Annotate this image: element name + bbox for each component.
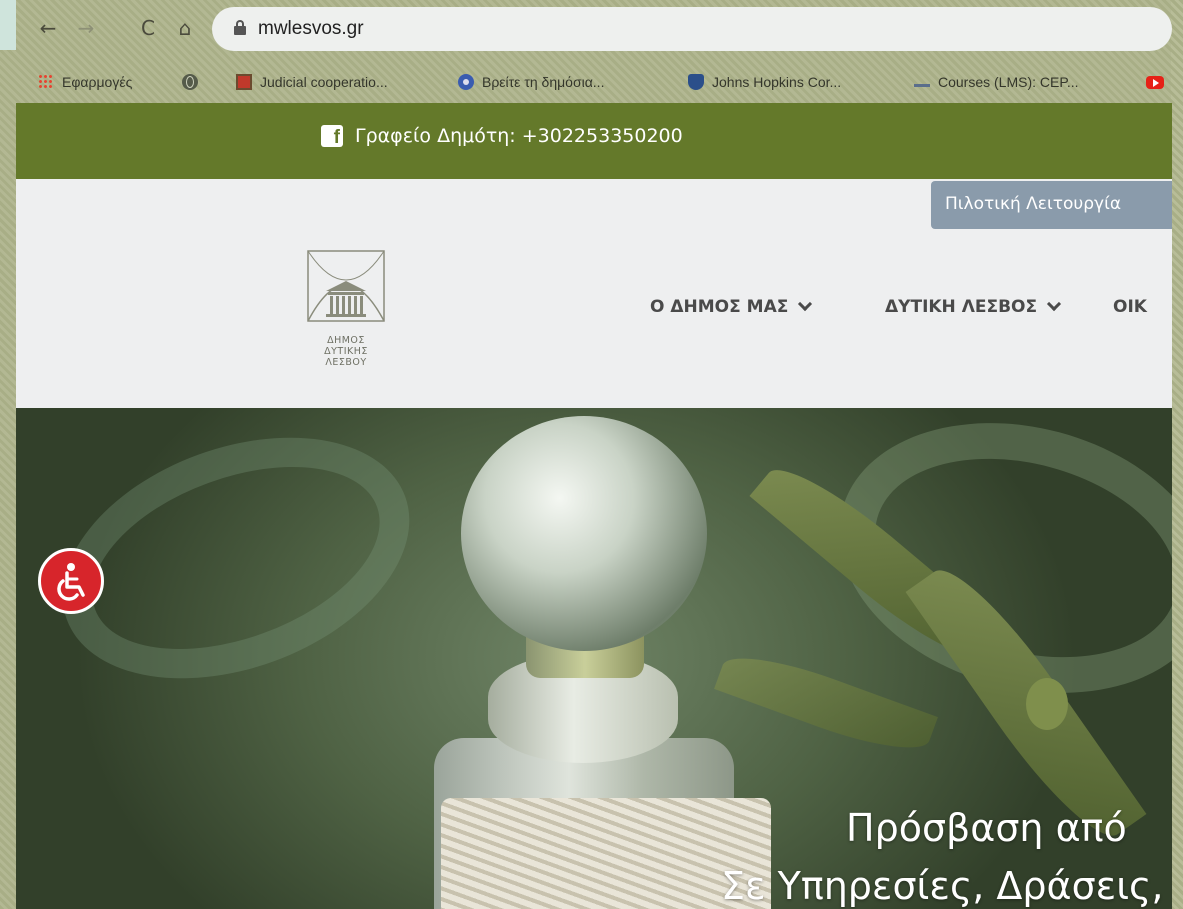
hero-banner: Πρόσβαση από Σε Υπηρεσίες, Δράσεις, xyxy=(16,408,1172,909)
bookmark-judicial[interactable]: Judicial cooperatio... xyxy=(236,70,388,94)
apps-icon xyxy=(38,74,54,90)
logo-line: ΔΥΤΙΚΗΣ xyxy=(324,346,368,357)
globe-icon xyxy=(182,74,198,90)
reload-icon[interactable]: C xyxy=(136,16,160,40)
citizen-office-phone[interactable]: Γραφείο Δημότη: +302253350200 xyxy=(355,125,683,147)
bookmark-jhu[interactable]: Johns Hopkins Cor... xyxy=(688,70,841,94)
menu-truncated[interactable]: ΟΙΚ xyxy=(1113,297,1147,317)
jhu-icon xyxy=(688,74,704,90)
bookmark-youtube[interactable] xyxy=(1146,70,1164,94)
glass-stopper xyxy=(461,416,707,651)
youtube-icon xyxy=(1146,75,1164,89)
olive-fruit xyxy=(1026,678,1068,730)
bookmarks-bar: Εφαρμογές Judicial cooperatio... Βρείτε … xyxy=(16,62,1171,102)
bookmark-label: Courses (LMS): CEP... xyxy=(938,74,1079,90)
bookmark-apps[interactable]: Εφαρμογές xyxy=(38,70,132,94)
address-bar[interactable]: mwlesvos.gr xyxy=(212,7,1172,51)
website: Γραφείο Δημότη: +302253350200 Πιλοτική Λ… xyxy=(16,103,1172,909)
logo-text: ΔΗΜΟΣ ΔΥΤΙΚΗΣ ΛΕΣΒΟΥ xyxy=(306,335,386,368)
olive-leaf xyxy=(714,641,938,765)
menu-our-municipality[interactable]: Ο ΔΗΜΟΣ ΜΑΣ xyxy=(650,296,813,317)
menu-label: Ο ΔΗΜΟΣ ΜΑΣ xyxy=(650,297,789,317)
pilot-mode-badge: Πιλοτική Λειτουργία xyxy=(931,181,1172,229)
bookmark-label: Judicial cooperatio... xyxy=(260,74,388,90)
site-header: Πιλοτική Λειτουργία ΔΗΜΟΣ ΔΥΤΙΚΗΣ ΛΕΣΒΟΥ xyxy=(16,179,1172,408)
menu-west-lesvos[interactable]: ΔΥΤΙΚΗ ΛΕΣΒΟΣ xyxy=(885,296,1062,317)
municipality-logo[interactable]: ΔΗΜΟΣ ΔΥΤΙΚΗΣ ΛΕΣΒΟΥ xyxy=(306,249,386,379)
wheelchair-icon xyxy=(57,563,85,601)
facebook-icon[interactable] xyxy=(321,125,343,149)
menu-label: ΟΙΚ xyxy=(1113,297,1147,317)
gov-icon xyxy=(458,74,474,90)
back-arrow-icon[interactable]: ← xyxy=(36,16,60,40)
url-text[interactable]: mwlesvos.gr xyxy=(258,18,364,40)
hero-subheading: Σε Υπηρεσίες, Δράσεις, xyxy=(721,864,1164,908)
forward-arrow-icon[interactable]: → xyxy=(74,16,98,40)
bookmark-gov[interactable]: Βρείτε τη δημόσια... xyxy=(458,70,604,94)
lock-icon[interactable] xyxy=(234,20,246,35)
chevron-down-icon xyxy=(1047,296,1062,312)
cep-icon xyxy=(914,83,930,87)
bookmark-label: Εφαρμογές xyxy=(62,74,133,90)
temple-logo-icon xyxy=(307,250,385,322)
home-icon[interactable]: ⌂ xyxy=(173,16,197,40)
browser-toolbar: ← → C ⌂ mwlesvos.gr xyxy=(16,0,1172,62)
logo-line: ΔΗΜΟΣ xyxy=(327,335,365,346)
right-edge xyxy=(1171,0,1183,909)
logo-line: ΛΕΣΒΟΥ xyxy=(325,357,367,368)
hero-heading: Πρόσβαση από xyxy=(846,806,1127,850)
accent-bar xyxy=(0,0,16,50)
chevron-down-icon xyxy=(798,296,813,312)
eu-icon xyxy=(236,74,252,90)
bookmark-label: Βρείτε τη δημόσια... xyxy=(482,74,605,90)
menu-label: ΔΥΤΙΚΗ ΛΕΣΒΟΣ xyxy=(885,297,1038,317)
bookmark-cep[interactable]: Courses (LMS): CEP... xyxy=(914,70,1079,94)
accessibility-button[interactable] xyxy=(38,548,104,614)
bookmark-label: Johns Hopkins Cor... xyxy=(712,74,842,90)
top-info-bar: Γραφείο Δημότη: +302253350200 xyxy=(16,103,1172,179)
bookmark-globe[interactable] xyxy=(182,70,198,94)
